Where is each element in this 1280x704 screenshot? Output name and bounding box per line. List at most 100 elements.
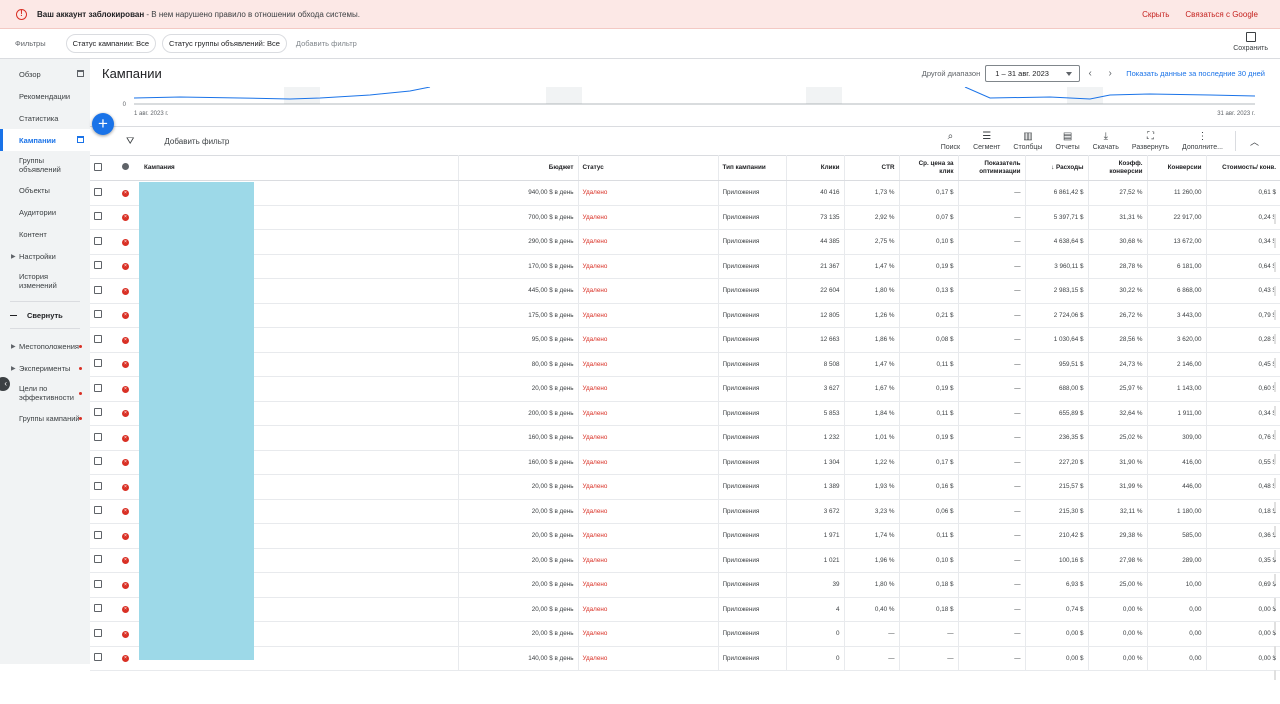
sidebar-item-assets[interactable]: Объекты <box>0 179 90 201</box>
table-row[interactable]: × 170,00 $ в день Удалено Приложения 21 367 1… <box>90 254 1280 279</box>
row-checkbox[interactable] <box>94 408 102 417</box>
col-ctr[interactable]: CTR <box>844 155 900 181</box>
row-checkbox[interactable] <box>94 359 102 368</box>
col-clicks[interactable]: Клики <box>786 155 845 181</box>
sidebar-item-content[interactable]: Контент <box>0 223 90 245</box>
segment-icon: ☰ <box>982 131 992 142</box>
cell: 0,34 $ <box>1206 401 1280 426</box>
row-checkbox[interactable] <box>94 628 102 637</box>
sidebar-item-campaign-groups[interactable]: Группы кампаний <box>0 407 90 429</box>
sidebar-item-overview[interactable]: Обзор <box>0 63 90 85</box>
row-checkbox[interactable] <box>94 261 102 270</box>
col-conversions[interactable]: Конверсии <box>1147 155 1207 181</box>
expand-tool-button[interactable]: ⛶ Развернуть <box>1132 131 1169 151</box>
sidebar-item-goals[interactable]: Цели по эффективности <box>0 379 90 407</box>
cell: 32,11 % <box>1088 499 1148 524</box>
chevron-up-icon[interactable]: ︿ <box>1250 135 1259 148</box>
table-row[interactable]: × 940,00 $ в день Удалено Приложения 40 416 1… <box>90 180 1280 206</box>
select-all-checkbox[interactable] <box>94 162 102 171</box>
cell: 0,17 $ <box>899 180 959 206</box>
cell: 0,13 $ <box>899 278 959 304</box>
table-row[interactable]: × 95,00 $ в день Удалено Приложения 12 663 1,… <box>90 327 1280 353</box>
sidebar-item-statistics[interactable]: Статистика <box>0 107 90 129</box>
row-checkbox[interactable] <box>94 604 102 613</box>
table-row[interactable]: × 445,00 $ в день Удалено Приложения 22 604 1… <box>90 278 1280 304</box>
download-tool-button[interactable]: ⤓ Скачать <box>1093 131 1119 151</box>
col-cpc[interactable]: Ср. цена за клик <box>899 155 959 181</box>
col-type[interactable]: Тип кампании <box>718 155 787 181</box>
hide-link[interactable]: Скрыть <box>1142 10 1169 19</box>
row-checkbox[interactable] <box>94 383 102 392</box>
cell: — <box>958 450 1026 475</box>
row-checkbox[interactable] <box>94 285 102 294</box>
cell: — <box>958 278 1026 304</box>
sidebar-item-adgroups[interactable]: Группы объявлений <box>0 151 90 179</box>
prev-period-icon[interactable]: ‹ <box>1080 68 1100 79</box>
row-checkbox[interactable] <box>94 579 102 588</box>
collapse-button[interactable]: Свернуть <box>0 308 90 322</box>
table-row[interactable]: × 290,00 $ в день Удалено Приложения 44 385 2… <box>90 229 1280 255</box>
col-cost[interactable]: ↓ Расходы <box>1025 155 1089 181</box>
table-row[interactable]: × 140,00 $ в день Удалено Приложения 0— — —0,0… <box>90 646 1280 671</box>
columns-tool-button[interactable]: ▥ Столбцы <box>1013 131 1042 151</box>
segment-tool-button[interactable]: ☰ Сегмент <box>973 131 1000 151</box>
search-tool-button[interactable]: ⌕ Поиск <box>941 131 960 151</box>
more-tool-button[interactable]: ⋮ Дополните... <box>1182 131 1223 151</box>
table-row[interactable]: × 80,00 $ в день Удалено Приложения 8 508 1,4… <box>90 352 1280 377</box>
filter-icon[interactable]: ⛛ <box>126 136 134 147</box>
table-row[interactable]: × 20,00 $ в день Удалено Приложения 3 627 1,6… <box>90 376 1280 402</box>
col-conv-rate[interactable]: Коэфф. конверсии <box>1088 155 1148 181</box>
row-checkbox[interactable] <box>94 481 102 490</box>
contact-google-link[interactable]: Связаться с Google <box>1185 10 1258 19</box>
col-optimization[interactable]: Показатель оптимизации <box>958 155 1026 181</box>
row-checkbox[interactable] <box>94 653 102 662</box>
row-checkbox[interactable] <box>94 310 102 319</box>
table-row[interactable]: × 20,00 $ в день Удалено Приложения 39 1,80 %… <box>90 572 1280 598</box>
row-checkbox[interactable] <box>94 334 102 343</box>
col-cost-per-conv[interactable]: Стоимость/ конв. <box>1206 155 1280 181</box>
date-range-select[interactable]: 1 – 31 авг. 2023 <box>985 64 1081 82</box>
last-30-days-link[interactable]: Показать данные за последние 30 дней <box>1126 69 1265 78</box>
col-campaign[interactable]: Кампания <box>140 155 459 181</box>
col-status[interactable]: Статус <box>578 155 719 181</box>
save-button[interactable]: Сохранить <box>1233 32 1268 52</box>
row-checkbox[interactable] <box>94 457 102 466</box>
cell: 3 627 <box>786 376 845 402</box>
col-budget[interactable]: Бюджет <box>458 155 579 181</box>
reports-tool-button[interactable]: ▤ Отчеты <box>1055 131 1079 151</box>
add-filter-link[interactable]: Добавить фильтр <box>296 39 357 48</box>
sidebar-item-campaigns[interactable]: Кампании <box>0 129 90 151</box>
table-row[interactable]: × 20,00 $ в день Удалено Приложения 1 389 1,9… <box>90 474 1280 500</box>
table-row[interactable]: × 20,00 $ в день Удалено Приложения 1 971 1,7… <box>90 523 1280 549</box>
row-checkbox[interactable] <box>94 432 102 441</box>
row-checkbox[interactable] <box>94 236 102 245</box>
table-row[interactable]: × 20,00 $ в день Удалено Приложения 1 021 1,9… <box>90 548 1280 573</box>
table-row[interactable]: × 20,00 $ в день Удалено Приложения 0— — —0,00… <box>90 621 1280 647</box>
sidebar-item-settings[interactable]: ▶ Настройки <box>0 245 90 267</box>
row-checkbox[interactable] <box>94 187 102 196</box>
sidebar-item-audiences[interactable]: Аудитории <box>0 201 90 223</box>
sidebar-item-recommendations[interactable]: Рекомендации <box>0 85 90 107</box>
table-row[interactable]: × 160,00 $ в день Удалено Приложения 1 232 1,… <box>90 425 1280 451</box>
adgroup-status-chip[interactable]: Статус группы объявлений: Все <box>162 34 287 53</box>
row-checkbox[interactable] <box>94 555 102 564</box>
campaign-status-chip[interactable]: Статус кампании: Все <box>65 34 157 53</box>
weekend-band <box>1067 87 1103 104</box>
sidebar-item-locations[interactable]: ▶ Местоположения <box>0 335 90 357</box>
scrollbar[interactable] <box>1274 214 1278 704</box>
sidebar-item-experiments[interactable]: ▶ Эксперименты <box>0 357 90 379</box>
next-period-icon[interactable]: › <box>1100 68 1120 79</box>
table-row[interactable]: × 200,00 $ в день Удалено Приложения 5 853 1,… <box>90 401 1280 426</box>
table-row[interactable]: × 175,00 $ в день Удалено Приложения 12 805 1… <box>90 303 1280 328</box>
table-row[interactable]: × 700,00 $ в день Удалено Приложения 73 135 2… <box>90 205 1280 230</box>
table-row[interactable]: × 160,00 $ в день Удалено Приложения 1 304 1,… <box>90 450 1280 475</box>
scroll-track-segment <box>1274 214 1276 224</box>
add-filter-button[interactable]: Добавить фильтр <box>164 137 229 146</box>
table-row[interactable]: × 20,00 $ в день Удалено Приложения 3 672 3,2… <box>90 499 1280 524</box>
row-checkbox[interactable] <box>94 212 102 221</box>
table-row[interactable]: × 20,00 $ в день Удалено Приложения 4 0,40 % 0… <box>90 597 1280 622</box>
row-checkbox[interactable] <box>94 530 102 539</box>
sidebar-item-history[interactable]: История изменений <box>0 267 90 295</box>
row-checkbox[interactable] <box>94 506 102 515</box>
cell: Приложения <box>718 278 787 304</box>
